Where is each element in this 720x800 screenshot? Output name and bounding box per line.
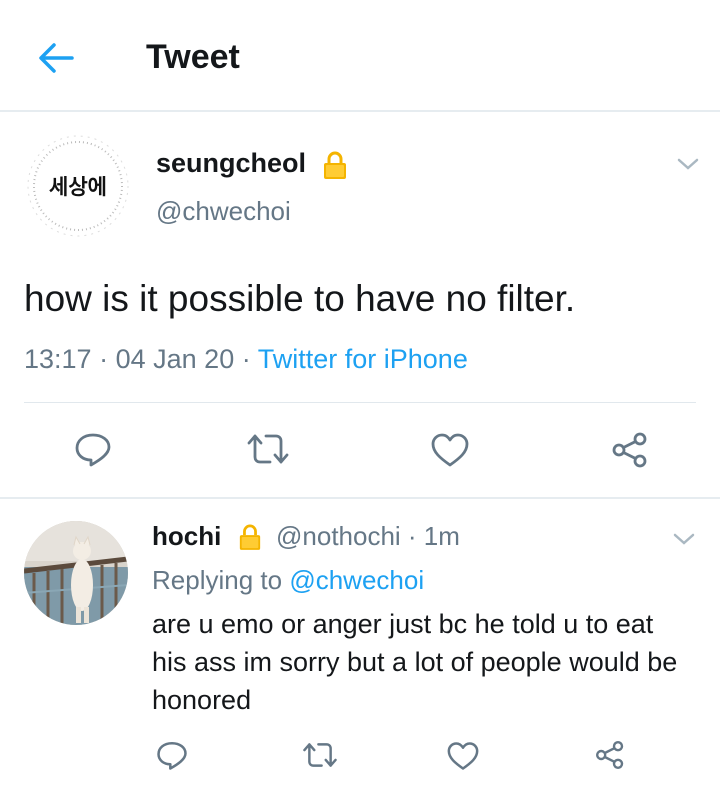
tweet-time: 13:17 [24,344,92,374]
reply-text: are u emo or anger just bc he told u to … [152,609,678,715]
tweet-date: 04 Jan 20 [115,344,235,374]
reply-icon[interactable] [156,739,188,771]
replying-prefix: Replying to [152,565,283,595]
retweet-icon[interactable] [246,432,290,466]
retweet-icon[interactable] [302,741,338,769]
cat-photo [24,521,128,625]
share-icon[interactable] [610,430,650,470]
reply-tweet[interactable]: hochi @nothochi · 1m Replying to @chwech… [0,499,720,800]
divider [24,402,696,403]
share-icon[interactable] [594,739,626,771]
chevron-down-icon[interactable] [672,531,696,547]
handle-and-time[interactable]: @nothochi · 1m [276,521,460,552]
tweet-source-link[interactable]: Twitter for iPhone [258,344,468,374]
lock-icon [239,524,261,550]
reply-icon[interactable] [74,430,112,468]
mention-link[interactable]: @chwechoi [289,565,424,595]
page-title: Tweet [146,38,240,76]
meta-separator: · [241,344,251,374]
avatar[interactable]: 세상에 [22,130,134,242]
avatar-text: 세상에 [49,175,107,199]
display-name[interactable]: hochi [152,521,221,552]
tweet-text: how is it possible to have no filter. [24,278,576,319]
display-name[interactable]: seungcheol [156,148,306,179]
back-button[interactable] [36,40,76,76]
tweet-meta: 13:17 · 04 Jan 20 · Twitter for iPhone [24,344,468,375]
like-icon[interactable] [446,741,480,771]
replying-to: Replying to @chwechoi [152,565,424,596]
meta-separator: · [99,344,109,374]
lock-icon [324,151,346,179]
chevron-down-icon[interactable] [676,156,700,172]
top-bar: Tweet [0,0,720,112]
avatar[interactable] [24,521,128,625]
like-icon[interactable] [430,432,470,468]
handle[interactable]: @chwechoi [156,196,291,227]
back-arrow-icon [39,43,74,73]
